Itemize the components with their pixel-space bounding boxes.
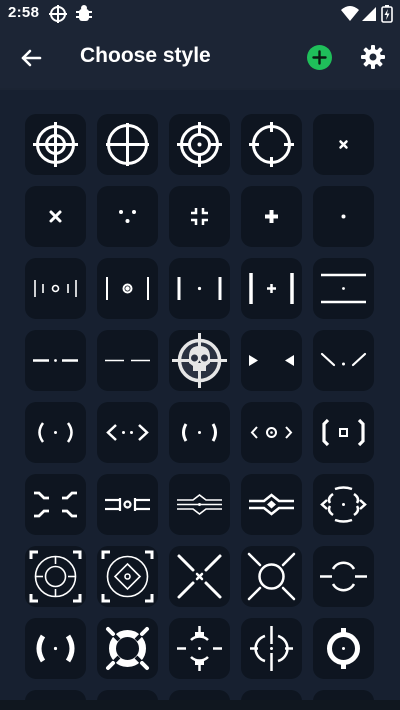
thick-parentheses-crosshair-icon (36, 634, 75, 663)
plus-icon (312, 50, 327, 65)
style-tile-bars-dotring-crosshair[interactable] (97, 258, 158, 319)
skull-scope-crosshair-icon (172, 333, 227, 388)
style-tile-chevron-down-crosshair[interactable] (313, 330, 374, 391)
back-arrow-icon[interactable] (18, 44, 46, 72)
style-tile-bars-plus-crosshair[interactable] (241, 258, 302, 319)
reticle-ring-crosshair-icon (29, 550, 82, 603)
status-bar: 2:58 (0, 0, 400, 28)
angle-ring-crosshair-icon (250, 426, 293, 439)
style-tile-three-dots-crosshair[interactable] (97, 186, 158, 247)
navigation-bar (0, 700, 400, 710)
plus-crosshair-icon (265, 210, 278, 223)
settings-gear-icon[interactable] (360, 44, 386, 70)
bars-dotring-crosshair-icon (106, 277, 149, 300)
style-tile-angle-ring-crosshair[interactable] (241, 402, 302, 463)
small-x-crosshair-icon (339, 140, 348, 149)
style-tile-skull-scope-crosshair[interactable] (169, 330, 230, 391)
style-tile-curly-brackets-crosshair[interactable] (25, 474, 86, 535)
style-tile-thick-parentheses-crosshair[interactable] (25, 618, 86, 679)
horizontal-ring-crosshair-icon (320, 561, 367, 592)
x-crosshair-icon (49, 210, 62, 223)
double-diamond-crosshair-icon (249, 493, 294, 516)
diamond-lines-crosshair-icon (177, 493, 222, 516)
style-tile-horizontal-ring-crosshair[interactable] (313, 546, 374, 607)
dot-crosshair-icon (341, 214, 346, 219)
style-tile-brackets-dot-crosshair[interactable] (169, 402, 230, 463)
signal-icon (360, 4, 378, 29)
style-tile-ring-dot-crosshair[interactable] (169, 114, 230, 175)
style-tile-diamond-lines-crosshair[interactable] (169, 474, 230, 535)
style-tile-vertical-sight-crosshair[interactable] (241, 618, 302, 679)
bars-dot-crosshair-icon (177, 277, 222, 300)
brackets-dot-crosshair-icon (182, 423, 217, 442)
style-tile-ring-crosshair[interactable] (25, 114, 86, 175)
parentheses-dot-crosshair-icon (38, 422, 73, 443)
style-tile-long-dashes-crosshair[interactable] (97, 330, 158, 391)
split-x-ring-crosshair-icon (247, 552, 296, 601)
long-dashes-crosshair-icon (105, 359, 150, 362)
ring-dot-crosshair-icon (177, 122, 222, 167)
angle-brackets-dots-crosshair-icon (106, 424, 149, 441)
style-tile-slider-crosshair[interactable] (97, 474, 158, 535)
style-tile-arrows-crosshair[interactable] (241, 330, 302, 391)
three-dots-crosshair-icon (119, 210, 136, 223)
style-tile-parentheses-dot-crosshair[interactable] (25, 402, 86, 463)
style-tile-gun-sight-crosshair[interactable] (169, 618, 230, 679)
style-tile-circle-crosshair[interactable] (97, 114, 158, 175)
style-tile-reticle-diamond-crosshair[interactable] (97, 546, 158, 607)
style-tile-reticle-ring-crosshair[interactable] (25, 546, 86, 607)
style-tile-plus-crosshair[interactable] (241, 186, 302, 247)
bars-plus-crosshair-icon (249, 273, 294, 304)
lifebuoy-crosshair-icon (106, 627, 149, 670)
ring-crosshair-icon (33, 122, 78, 167)
app-bar: Choose style (0, 28, 400, 88)
style-tile-diagonal-x-crosshair[interactable] (169, 546, 230, 607)
gun-sight-crosshair-icon (177, 626, 222, 671)
horizontal-lines-crosshair-icon (321, 273, 366, 304)
style-tile-dashes-dot-crosshair[interactable] (25, 330, 86, 391)
style-tile-open-circle-crosshair[interactable] (241, 114, 302, 175)
style-tile-horizontal-lines-crosshair[interactable] (313, 258, 374, 319)
dashes-dot-crosshair-icon (33, 359, 78, 362)
style-tile-angle-brackets-dots-crosshair[interactable] (97, 402, 158, 463)
add-button[interactable] (307, 45, 332, 70)
style-tile-bars-dot-crosshair[interactable] (169, 258, 230, 319)
style-tile-bold-ring-crosshair[interactable] (313, 618, 374, 679)
style-tile-corner-brackets-crosshair[interactable] (169, 186, 230, 247)
bold-ring-crosshair-icon (327, 628, 360, 669)
open-circle-crosshair-icon (249, 122, 294, 167)
style-tile-lifebuoy-crosshair[interactable] (97, 618, 158, 679)
style-tile-split-x-ring-crosshair[interactable] (241, 546, 302, 607)
wifi-icon (340, 4, 360, 29)
diagonal-x-crosshair-icon (177, 554, 222, 599)
bug-icon (74, 4, 94, 29)
battery-charging-icon (381, 4, 393, 29)
brackets-square-crosshair-icon (322, 418, 365, 447)
style-tile-x-crosshair[interactable] (25, 186, 86, 247)
style-tile-double-diamond-crosshair[interactable] (241, 474, 302, 535)
slider-crosshair-icon (105, 498, 150, 511)
corner-brackets-crosshair-icon (191, 208, 208, 225)
curly-brackets-crosshair-icon (34, 491, 77, 518)
style-tile-brackets-square-crosshair[interactable] (313, 402, 374, 463)
status-time: 2:58 (8, 4, 40, 21)
split-ring-crosshair-icon (320, 486, 367, 523)
chevron-down-crosshair-icon (320, 352, 367, 367)
page-title: Choose style (80, 44, 211, 67)
style-tile-split-ring-crosshair[interactable] (313, 474, 374, 535)
circle-crosshair-icon (106, 123, 149, 166)
reticle-diamond-crosshair-icon (101, 550, 154, 603)
style-grid (0, 90, 400, 710)
style-tile-bars-ring-crosshair[interactable] (25, 258, 86, 319)
crosshair-icon (48, 4, 68, 29)
style-tile-dot-crosshair[interactable] (313, 186, 374, 247)
style-tile-small-x-crosshair[interactable] (313, 114, 374, 175)
vertical-sight-crosshair-icon (250, 626, 293, 671)
arrows-crosshair-icon (249, 355, 294, 366)
bars-ring-crosshair-icon (34, 280, 77, 297)
